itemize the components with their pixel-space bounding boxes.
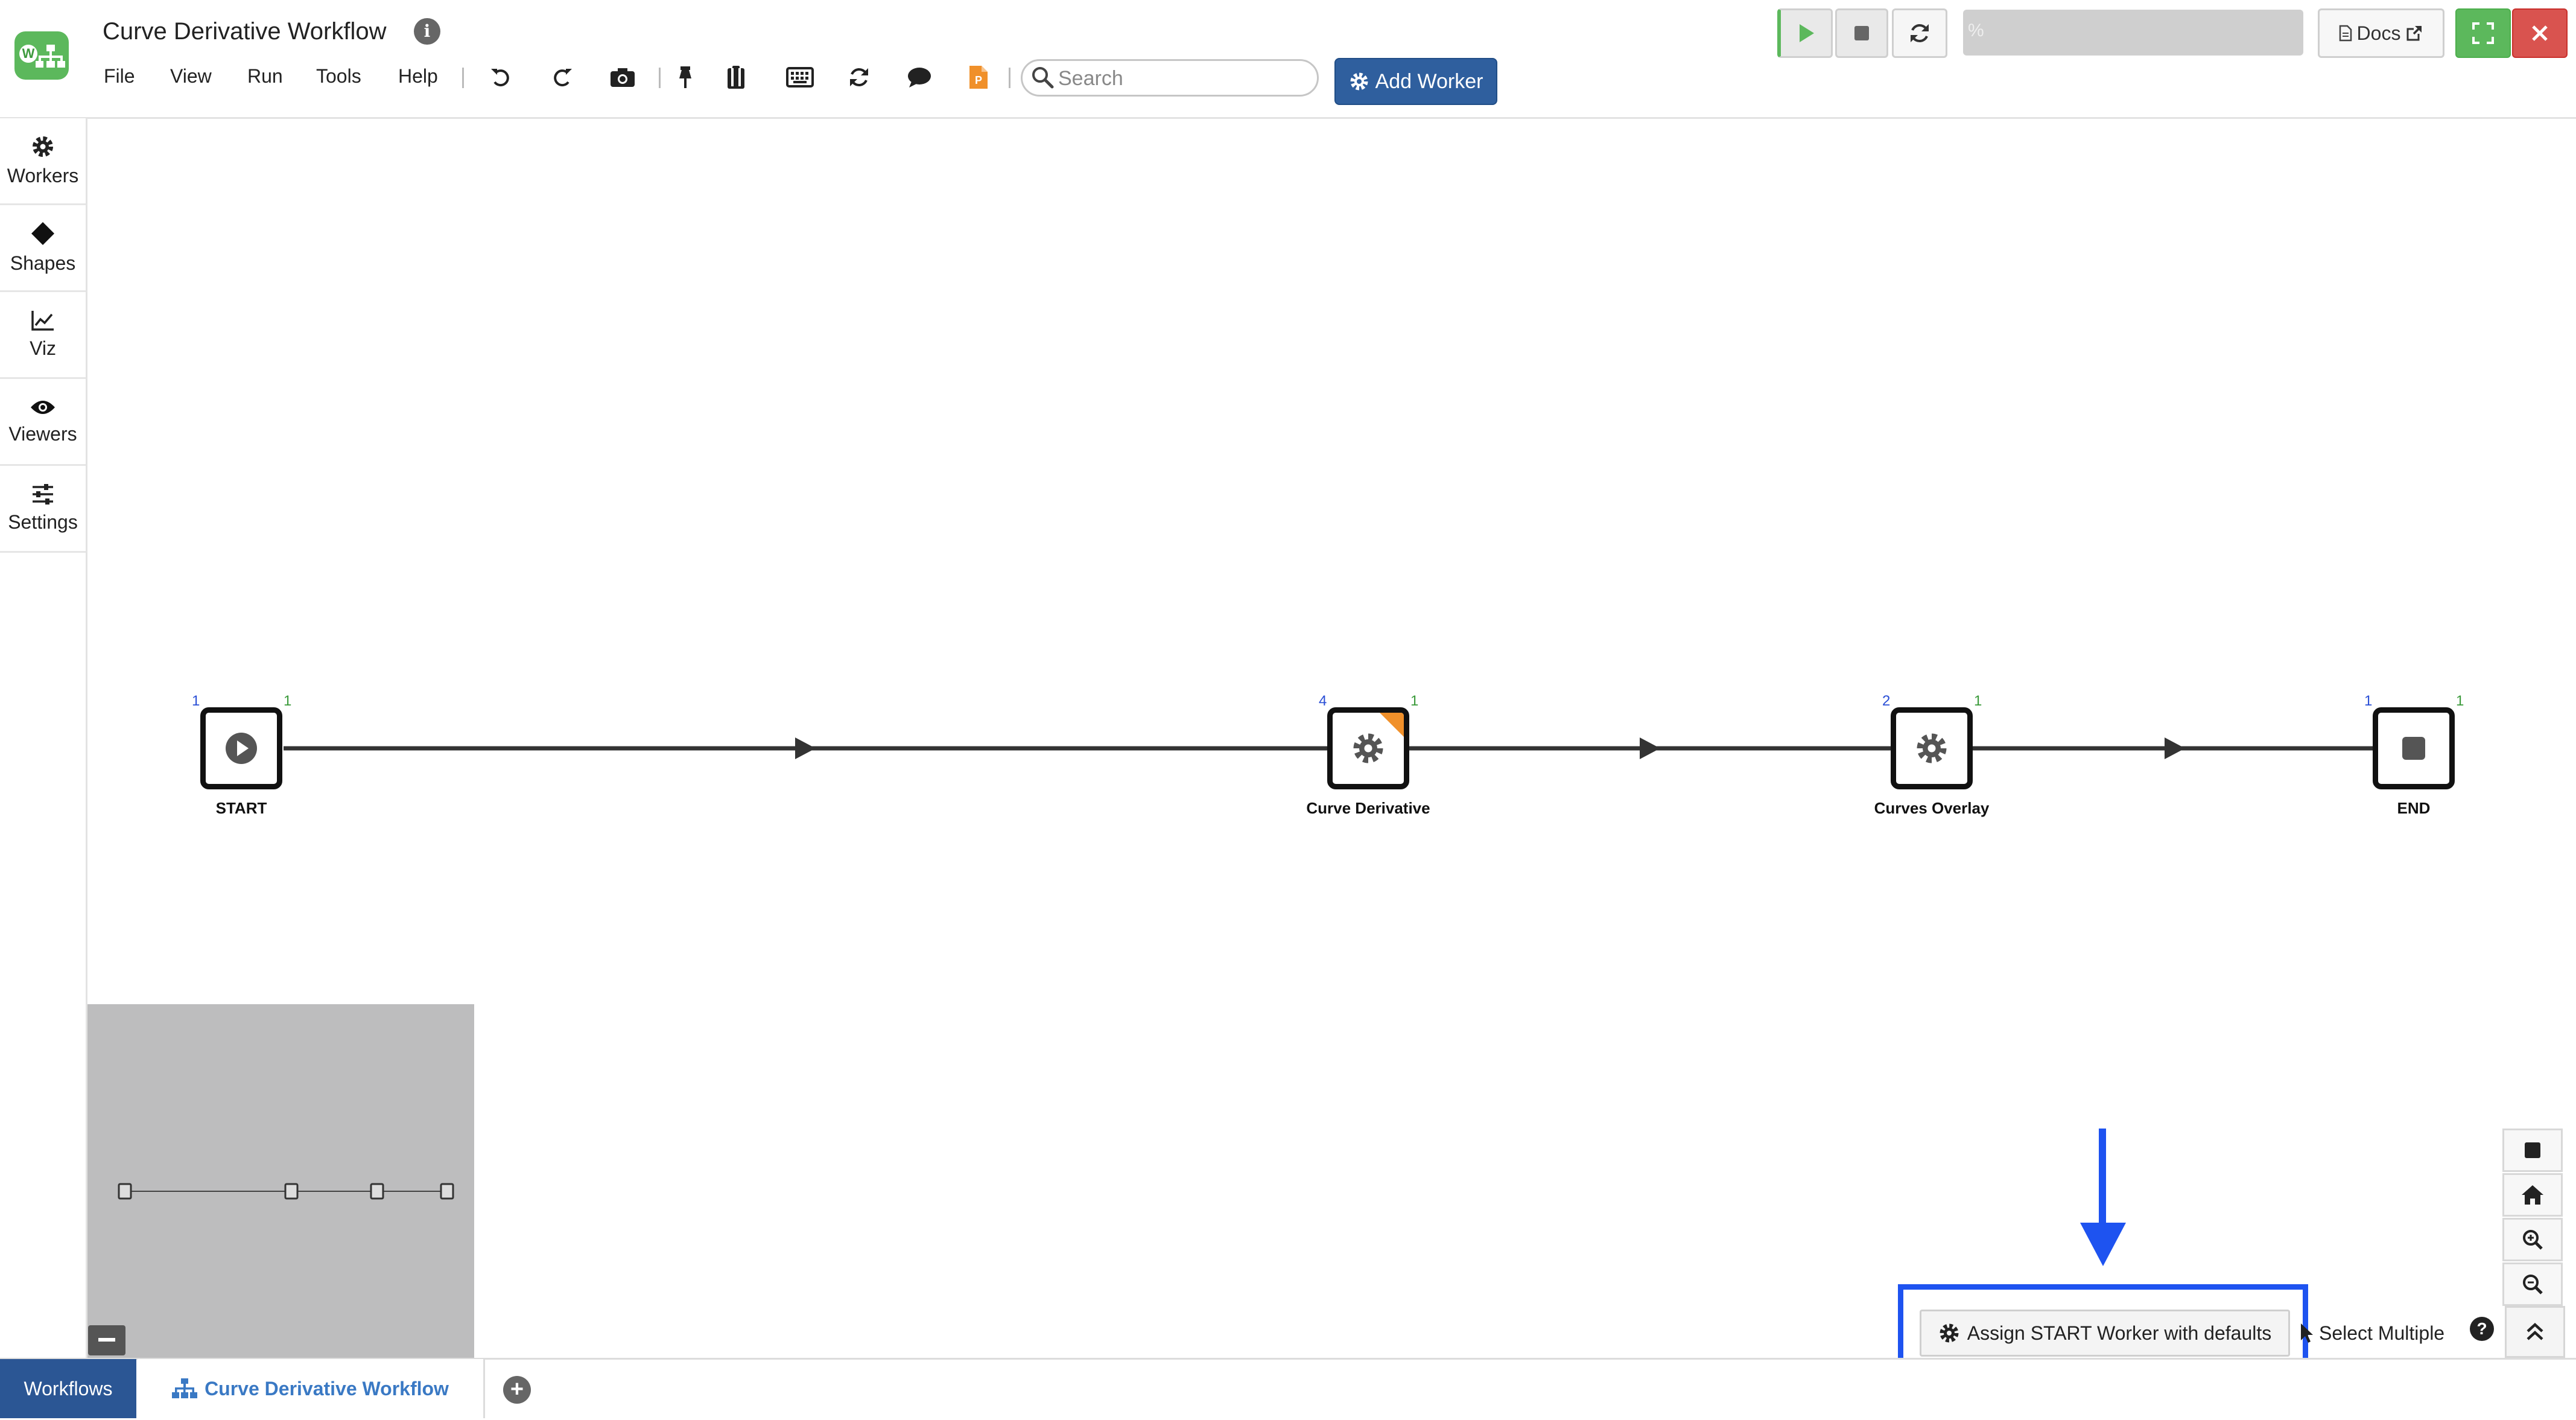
workflow-node-start[interactable]: [200, 707, 282, 789]
node-label: Curve Derivative: [1306, 799, 1430, 817]
annotation-arrow-head: [2080, 1223, 2126, 1266]
help-icon[interactable]: ?: [2470, 1317, 2494, 1341]
tab-curve-derivative-workflow[interactable]: Curve Derivative Workflow: [138, 1359, 485, 1418]
zoom-in-icon: [2523, 1230, 2543, 1250]
gear-icon: [1917, 733, 1947, 763]
edge-curves-overlay-to-end[interactable]: [1972, 737, 2373, 759]
tab-workflows[interactable]: Workflows: [0, 1359, 136, 1418]
annotation-arrow-shaft: [2099, 1129, 2106, 1237]
home-icon: [2522, 1185, 2543, 1205]
node-input-count: 2: [1882, 693, 1891, 709]
node-output-count: 1: [1410, 693, 1419, 709]
edge-start-to-curve-derivative[interactable]: [284, 737, 1327, 759]
tab-label: Curve Derivative Workflow: [205, 1377, 449, 1399]
select-multiple-button[interactable]: Select Multiple: [2300, 1310, 2470, 1357]
node-input-count: 1: [2364, 693, 2373, 709]
play-icon: [226, 733, 257, 764]
home-button[interactable]: [2502, 1173, 2563, 1217]
minimap-preview: [118, 1183, 454, 1200]
workflow-node-end[interactable]: [2373, 707, 2455, 789]
node-label: END: [2397, 799, 2431, 817]
node-output-count: 1: [1974, 693, 1982, 709]
node-output-count: 1: [2456, 693, 2464, 709]
select-multiple-label: Select Multiple: [2319, 1322, 2445, 1344]
zoom-out-button[interactable]: [2502, 1262, 2563, 1306]
node-output-count: 1: [284, 693, 292, 709]
add-tab-button[interactable]: +: [503, 1376, 531, 1404]
node-status-flag: [1380, 713, 1404, 737]
chevron-double-up-icon: [2527, 1322, 2543, 1340]
hierarchy-icon: [172, 1378, 198, 1398]
node-label: Curves Overlay: [1874, 799, 1990, 817]
zoom-in-button[interactable]: [2502, 1218, 2563, 1261]
workflow-node-curve-derivative[interactable]: [1327, 707, 1409, 789]
collapse-panel-button[interactable]: [2505, 1306, 2565, 1358]
minimap-collapse-button[interactable]: [88, 1325, 125, 1355]
zoom-out-icon: [2523, 1275, 2543, 1294]
node-input-count: 1: [192, 693, 200, 709]
stop-icon: [2402, 737, 2425, 760]
node-input-count: 4: [1319, 693, 1327, 709]
workflow-node-curves-overlay[interactable]: [1891, 707, 1973, 789]
cursor-icon: [2301, 1323, 2313, 1343]
square-icon: [2525, 1142, 2540, 1158]
edge-curve-derivative-to-curves-overlay[interactable]: [1408, 737, 1891, 759]
stop-view-button[interactable]: [2502, 1129, 2563, 1172]
node-label: START: [215, 799, 267, 817]
minimap[interactable]: [87, 1004, 474, 1358]
minus-icon: [98, 1338, 115, 1342]
